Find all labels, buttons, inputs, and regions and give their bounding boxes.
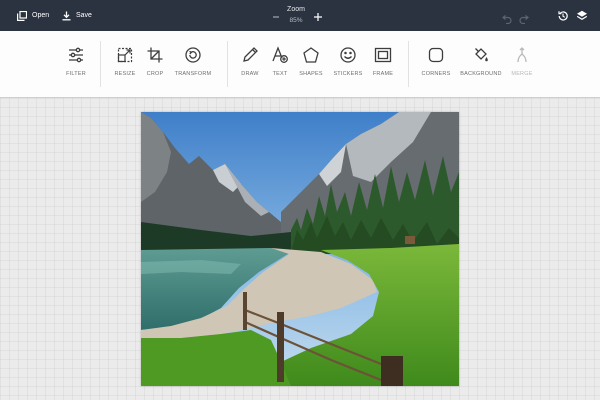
frame-tool[interactable]: FRAME xyxy=(360,46,406,77)
paint-bucket-icon xyxy=(458,46,504,64)
rotate-icon xyxy=(170,46,216,64)
tool-label: CORNERS xyxy=(421,71,451,77)
tool-label: BACKGROUND xyxy=(460,71,502,77)
frame-icon xyxy=(360,46,406,64)
tool-label: FILTER xyxy=(66,71,86,77)
merge-icon xyxy=(499,46,545,64)
download-icon xyxy=(62,11,71,21)
layers-icon[interactable] xyxy=(576,9,588,27)
save-button[interactable]: Save xyxy=(62,0,92,31)
open-file-icon xyxy=(17,10,27,21)
tools-toolbar: FILTER RESIZE CROP TRANSFORM DRAW TEXT S… xyxy=(0,31,600,98)
toolbar-divider xyxy=(100,41,101,87)
editor-canvas[interactable] xyxy=(0,98,600,400)
zoom-in-button[interactable] xyxy=(313,9,323,21)
redo-icon[interactable] xyxy=(519,11,530,29)
history-icon[interactable] xyxy=(557,9,569,27)
save-label: Save xyxy=(76,12,92,19)
rounded-square-icon xyxy=(413,46,459,64)
top-bar: Open Save Zoom 85% xyxy=(0,0,600,31)
landscape-photo[interactable] xyxy=(141,112,459,386)
corners-tool[interactable]: CORNERS xyxy=(413,46,459,77)
toolbar-divider xyxy=(408,41,409,87)
zoom-control: Zoom 85% xyxy=(268,0,324,31)
open-button[interactable]: Open xyxy=(17,0,49,31)
undo-icon[interactable] xyxy=(501,11,512,29)
sliders-icon xyxy=(53,46,99,64)
transform-tool[interactable]: TRANSFORM xyxy=(170,46,216,77)
open-label: Open xyxy=(32,12,50,19)
background-tool[interactable]: BACKGROUND xyxy=(458,46,504,77)
merge-tool[interactable]: MERGE xyxy=(499,46,545,77)
filter-tool[interactable]: FILTER xyxy=(53,46,99,77)
tool-label: MERGE xyxy=(511,71,533,77)
tool-label: TRANSFORM xyxy=(174,71,212,77)
tool-label: FRAME xyxy=(372,71,394,77)
